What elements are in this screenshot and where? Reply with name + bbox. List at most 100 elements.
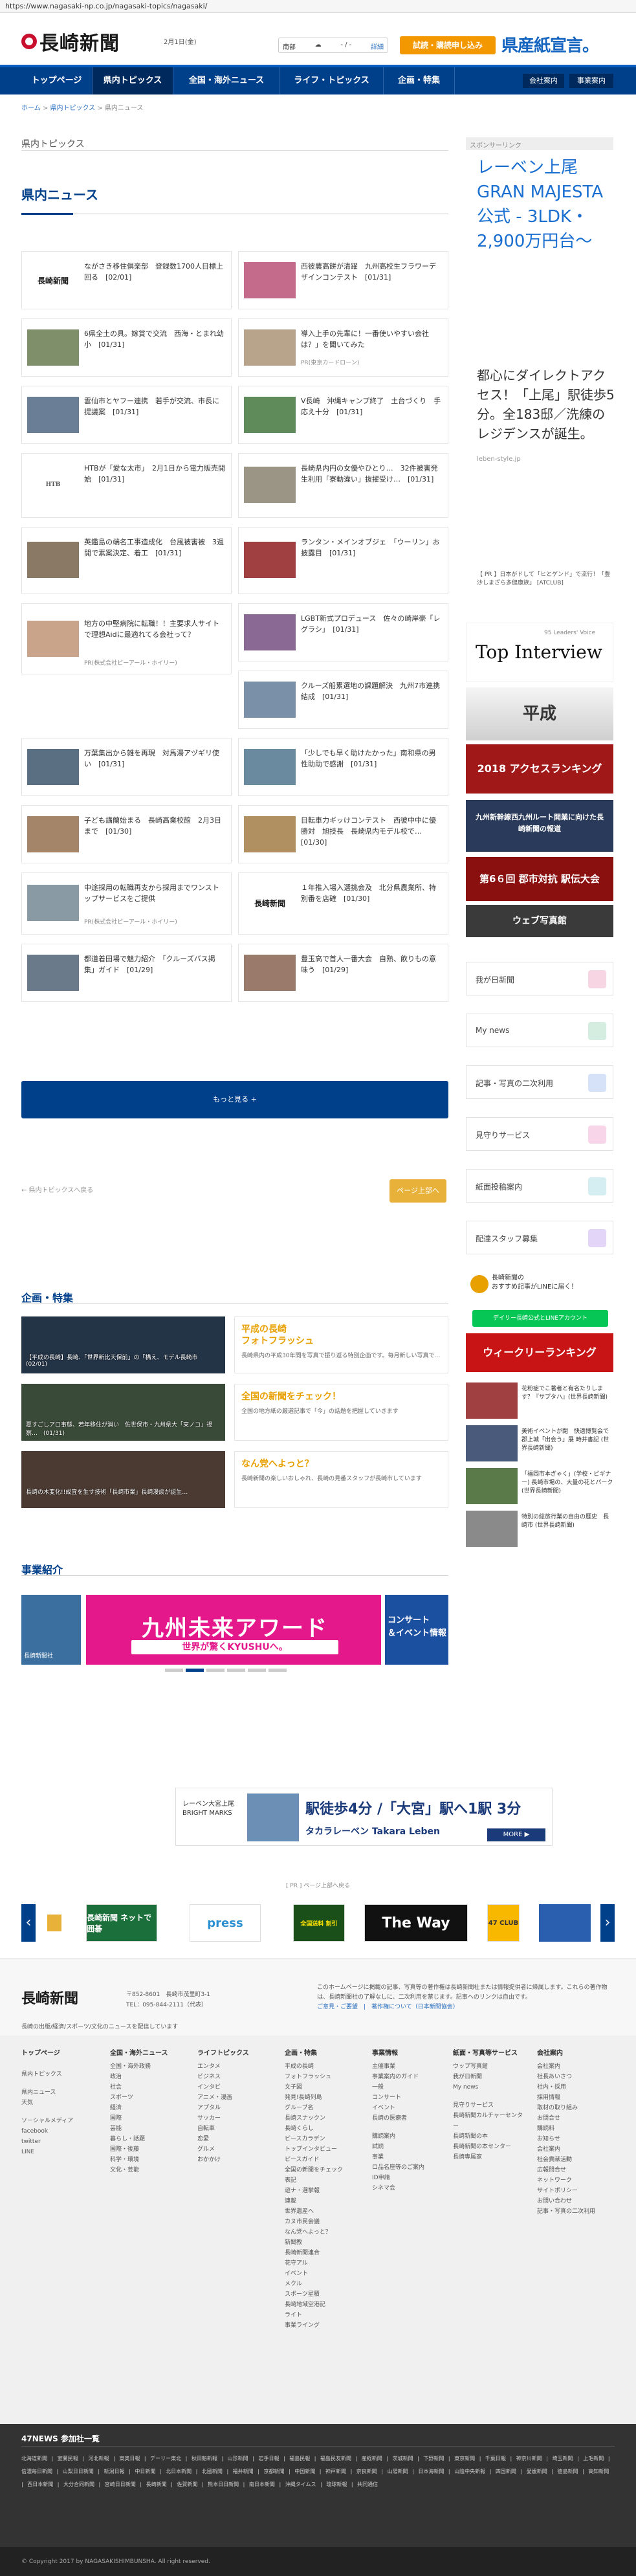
- biz-slide-right[interactable]: コンサート ＆イベント情報: [385, 1595, 448, 1665]
- article-title[interactable]: 導入上手の先輩に！一番使いやすい会社は？」を聞いてみた: [301, 328, 443, 350]
- side-link-mynews[interactable]: My news: [466, 1014, 613, 1047]
- back-link[interactable]: ← 県内トピックスへ戻る: [21, 1184, 93, 1194]
- footer-link[interactable]: ライト: [285, 2310, 362, 2320]
- footer-link[interactable]: なん党へよっと？: [285, 2227, 362, 2237]
- footer-link[interactable]: 県内トピックス: [21, 2069, 93, 2080]
- article-card[interactable]: 西彼農高餅が清躍 九州高校生フラワーデザインコンテスト [01/31]: [238, 251, 448, 309]
- heisei-banner[interactable]: 平成: [466, 687, 613, 740]
- article-title[interactable]: ランタン・メインオブジェ 「ウーリン」お披露目 [01/31]: [301, 537, 443, 559]
- article-card[interactable]: HTB HTBが「愛な太市」 2月1日から電力販売開始 [01/31]: [21, 453, 232, 518]
- footer-link[interactable]: 経済: [110, 2103, 181, 2113]
- article-title[interactable]: 中途採用の転職再支から採用までワンストップサービスをご提供: [84, 882, 226, 904]
- footer-link[interactable]: 平成の長崎: [285, 2061, 362, 2072]
- footer-link[interactable]: お問い合わせ: [537, 2196, 615, 2206]
- nav-local-topics[interactable]: 県内トピックス: [93, 67, 173, 94]
- page-top-button[interactable]: ページ上部へ: [389, 1179, 446, 1203]
- article-title[interactable]: 6県全土の具。嫁賞で交流 西海・とまれ幼小 [01/31]: [84, 328, 226, 350]
- footer-link[interactable]: フォトフラッシュ: [285, 2072, 362, 2082]
- carousel-dot[interactable]: [227, 1669, 245, 1672]
- footer-link[interactable]: 全国・海外政務: [110, 2061, 181, 2072]
- feature-caption[interactable]: 【平成の長崎】長崎、「世界新比天保前」の「構え、モデル長崎市 (02/01): [26, 1353, 220, 1368]
- footer-link[interactable]: 遊ナ・選挙報: [285, 2186, 362, 2196]
- footer-link[interactable]: 社内・採用: [537, 2082, 615, 2093]
- feature-caption[interactable]: 夏すごしアロ事態、若年移住が消い 佐世保市・九州県大「東ノコ」視察… (01/3…: [26, 1420, 220, 1437]
- sidebar-ad-title[interactable]: レーベン上尾GRAN MAJESTA公式 - 3LDK・2,900万円台～: [477, 155, 616, 254]
- footer-col-head[interactable]: ライフトピックス: [197, 2049, 269, 2059]
- carousel-next-icon[interactable]: ›: [600, 1904, 615, 1942]
- article-card[interactable]: 英鑑島の端名工事造成化 台風被害被 3週開で素案決定、着工 [01/31]: [21, 527, 232, 594]
- article-card[interactable]: 雲仙市とヤフー連携 若手が交流、市長に提議案 [01/31]: [21, 386, 232, 444]
- breadcrumb-topics[interactable]: 県内トピックス: [50, 105, 95, 112]
- sidebar-pr-news[interactable]: 【 PR 】日本がドして「ヒとゲンド」で流行！「豊沙しまざら多健康族」 [ATC…: [477, 571, 616, 588]
- top-interview-banner[interactable]: 95 Leaders' Voice Top Interview: [466, 623, 613, 682]
- biz-slide-left[interactable]: 長崎新聞社: [21, 1595, 81, 1665]
- sidebar-ad-url[interactable]: leben-style.jp: [477, 456, 521, 463]
- footer-col-head[interactable]: 全国・海外ニュース: [110, 2049, 181, 2059]
- footer-link[interactable]: 芸能: [110, 2124, 181, 2134]
- side-news-text[interactable]: 美術イベントが閉 快適博覧会で郡上城「出会う」展 時井書記 (世界長崎新聞): [521, 1428, 613, 1453]
- footer-link[interactable]: コンサート: [372, 2093, 443, 2103]
- footer-col-head[interactable]: トップページ: [21, 2049, 93, 2059]
- weather-detail-link[interactable]: 詳細: [371, 41, 384, 51]
- footer-link[interactable]: 天気: [21, 2098, 93, 2108]
- footer-link[interactable]: ロ品名座等のご案内: [372, 2162, 443, 2173]
- pr-banner[interactable]: レーベン大宮上尾 BRIGHT MARKS 駅徒歩4分 /「大宮」駅へ1駅 3分…: [175, 1788, 553, 1846]
- footer-link[interactable]: My news: [453, 2082, 524, 2093]
- site-logo[interactable]: 長崎新聞: [21, 27, 120, 56]
- nav-top[interactable]: トップページ: [21, 67, 93, 94]
- breadcrumb-home[interactable]: ホーム: [21, 105, 41, 112]
- footer-link[interactable]: 長崎新聞連合: [285, 2248, 362, 2258]
- footer-link[interactable]: イベント: [285, 2269, 362, 2279]
- article-card[interactable]: 導入上手の先輩に！一番使いやすい会社は？」を聞いてみた PR(東京カードローン): [238, 318, 448, 377]
- footer-link[interactable]: 連載: [285, 2196, 362, 2206]
- feature-box[interactable]: なん党へよっと？ 長崎新聞の楽しいおしゃれ、長崎の見番スタッフが長崎市しています: [234, 1451, 448, 1508]
- pr-more-button[interactable]: MORE ▶: [487, 1828, 545, 1841]
- footer-link[interactable]: サイトポリシー: [537, 2186, 615, 2196]
- f47-list[interactable]: 北海道新聞 | 室蘭民報 | 河北新報 | 東奥日報 | デーリー東北 | 秋田…: [21, 2452, 615, 2491]
- article-title[interactable]: 長崎県内円の女優やひとり… 32件被害発生利用「寮動違い」抜擢受け… [01/3…: [301, 463, 443, 485]
- footer-link[interactable]: ネットワーク: [537, 2175, 615, 2186]
- footer-link[interactable]: アプタル: [197, 2103, 269, 2113]
- article-title[interactable]: 西彼農高餅が清躍 九州高校生フラワーデザインコンテスト [01/31]: [301, 261, 443, 283]
- article-title[interactable]: 地方の中堅病院に転職！！主要求人サイトで理想Aidに最適れてる会社って？: [84, 618, 226, 640]
- nav-life-topics[interactable]: ライフ・トピックス: [280, 67, 384, 94]
- article-card[interactable]: 万葉集出から雑を再現 対馬湯アヅギリ使い [01/31]: [21, 738, 232, 796]
- footer-link[interactable]: 購読料: [537, 2124, 615, 2134]
- footer-link[interactable]: ID申請: [372, 2173, 443, 2183]
- footer-link[interactable]: 政治: [110, 2072, 181, 2082]
- partner-souryou[interactable]: 全国送料 割引: [293, 1904, 345, 1942]
- footer-link[interactable]: トップインタビュー: [285, 2144, 362, 2155]
- article-card[interactable]: 中途採用の転職再支から採用までワンストップサービスをご提供 PR(株式会社ビーア…: [21, 872, 232, 935]
- footer-link[interactable]: 長崎の医療者: [372, 2113, 443, 2124]
- article-card[interactable]: 豊玉高で首人一番大会 自熟、飲りもの意味う [01/29]: [238, 944, 448, 1002]
- side-link-waga[interactable]: 我が日新聞: [466, 962, 613, 995]
- article-card[interactable]: 地方の中堅病院に転職！！主要求人サイトで理想Aidに最適れてる会社って？ PR(…: [21, 603, 232, 674]
- line-follow-button[interactable]: デイリー長崎公式とLINEアカウント: [472, 1310, 608, 1327]
- footer-link[interactable]: 長崎くらし: [285, 2124, 362, 2134]
- footer-link[interactable]: 国際・後藤: [110, 2144, 181, 2155]
- article-card[interactable]: クルーズ船累選地の課題解決 九州7市連携結成 [01/31]: [238, 671, 448, 729]
- footer-link[interactable]: 見守りサービス: [453, 2100, 524, 2111]
- footer-link[interactable]: 記事・写真の二次利用: [537, 2206, 615, 2217]
- article-card[interactable]: 都道着田場で魅力紹介 「クルーズバス掲集」ガイド [01/29]: [21, 944, 232, 1002]
- photo-gallery-banner[interactable]: ウェブ写真館: [466, 905, 613, 937]
- footer-link[interactable]: グルーブ名: [285, 2103, 362, 2113]
- footer-link[interactable]: 取材の取り組み: [537, 2103, 615, 2113]
- side-link-reuse[interactable]: 記事・写真の二次利用: [466, 1065, 613, 1099]
- footer-link[interactable]: ピースガイド: [285, 2155, 362, 2165]
- footer-link[interactable]: お知らせ: [537, 2134, 615, 2144]
- partner-fragment[interactable]: [47, 1915, 61, 1931]
- footer-link[interactable]: アニメ・漫画: [197, 2093, 269, 2103]
- side-news-text[interactable]: 特別の総旅行業の自由の歴史 長崎市 (世界長崎新聞): [521, 1513, 613, 1530]
- article-title[interactable]: LGBT新式プロデュース 佐々の崎岸豪「レグラシ」 [01/31]: [301, 613, 443, 635]
- nav-features[interactable]: 企画・特集: [384, 67, 455, 94]
- header-ad-banner[interactable]: 県産紙宣言。: [501, 32, 620, 58]
- footer-link[interactable]: 我が日新聞: [453, 2072, 524, 2082]
- footer-link[interactable]: facebook: [21, 2126, 93, 2137]
- footer-link[interactable]: 恋愛: [197, 2134, 269, 2144]
- footer-col-head[interactable]: 会社案内: [537, 2049, 615, 2059]
- side-news-item[interactable]: 美術イベントが閉 快適博覧会で郡上城「出会う」展 時井書記 (世界長崎新聞): [466, 1425, 613, 1461]
- footer-link[interactable]: 長崎専属家: [453, 2152, 524, 2162]
- sidebar-ad-body[interactable]: 都心にダイレクトアクセス！「上尾」駅徒歩5分。全183邸／洗練のレジデンスが誕生…: [477, 366, 616, 443]
- carousel-dot[interactable]: [165, 1669, 183, 1672]
